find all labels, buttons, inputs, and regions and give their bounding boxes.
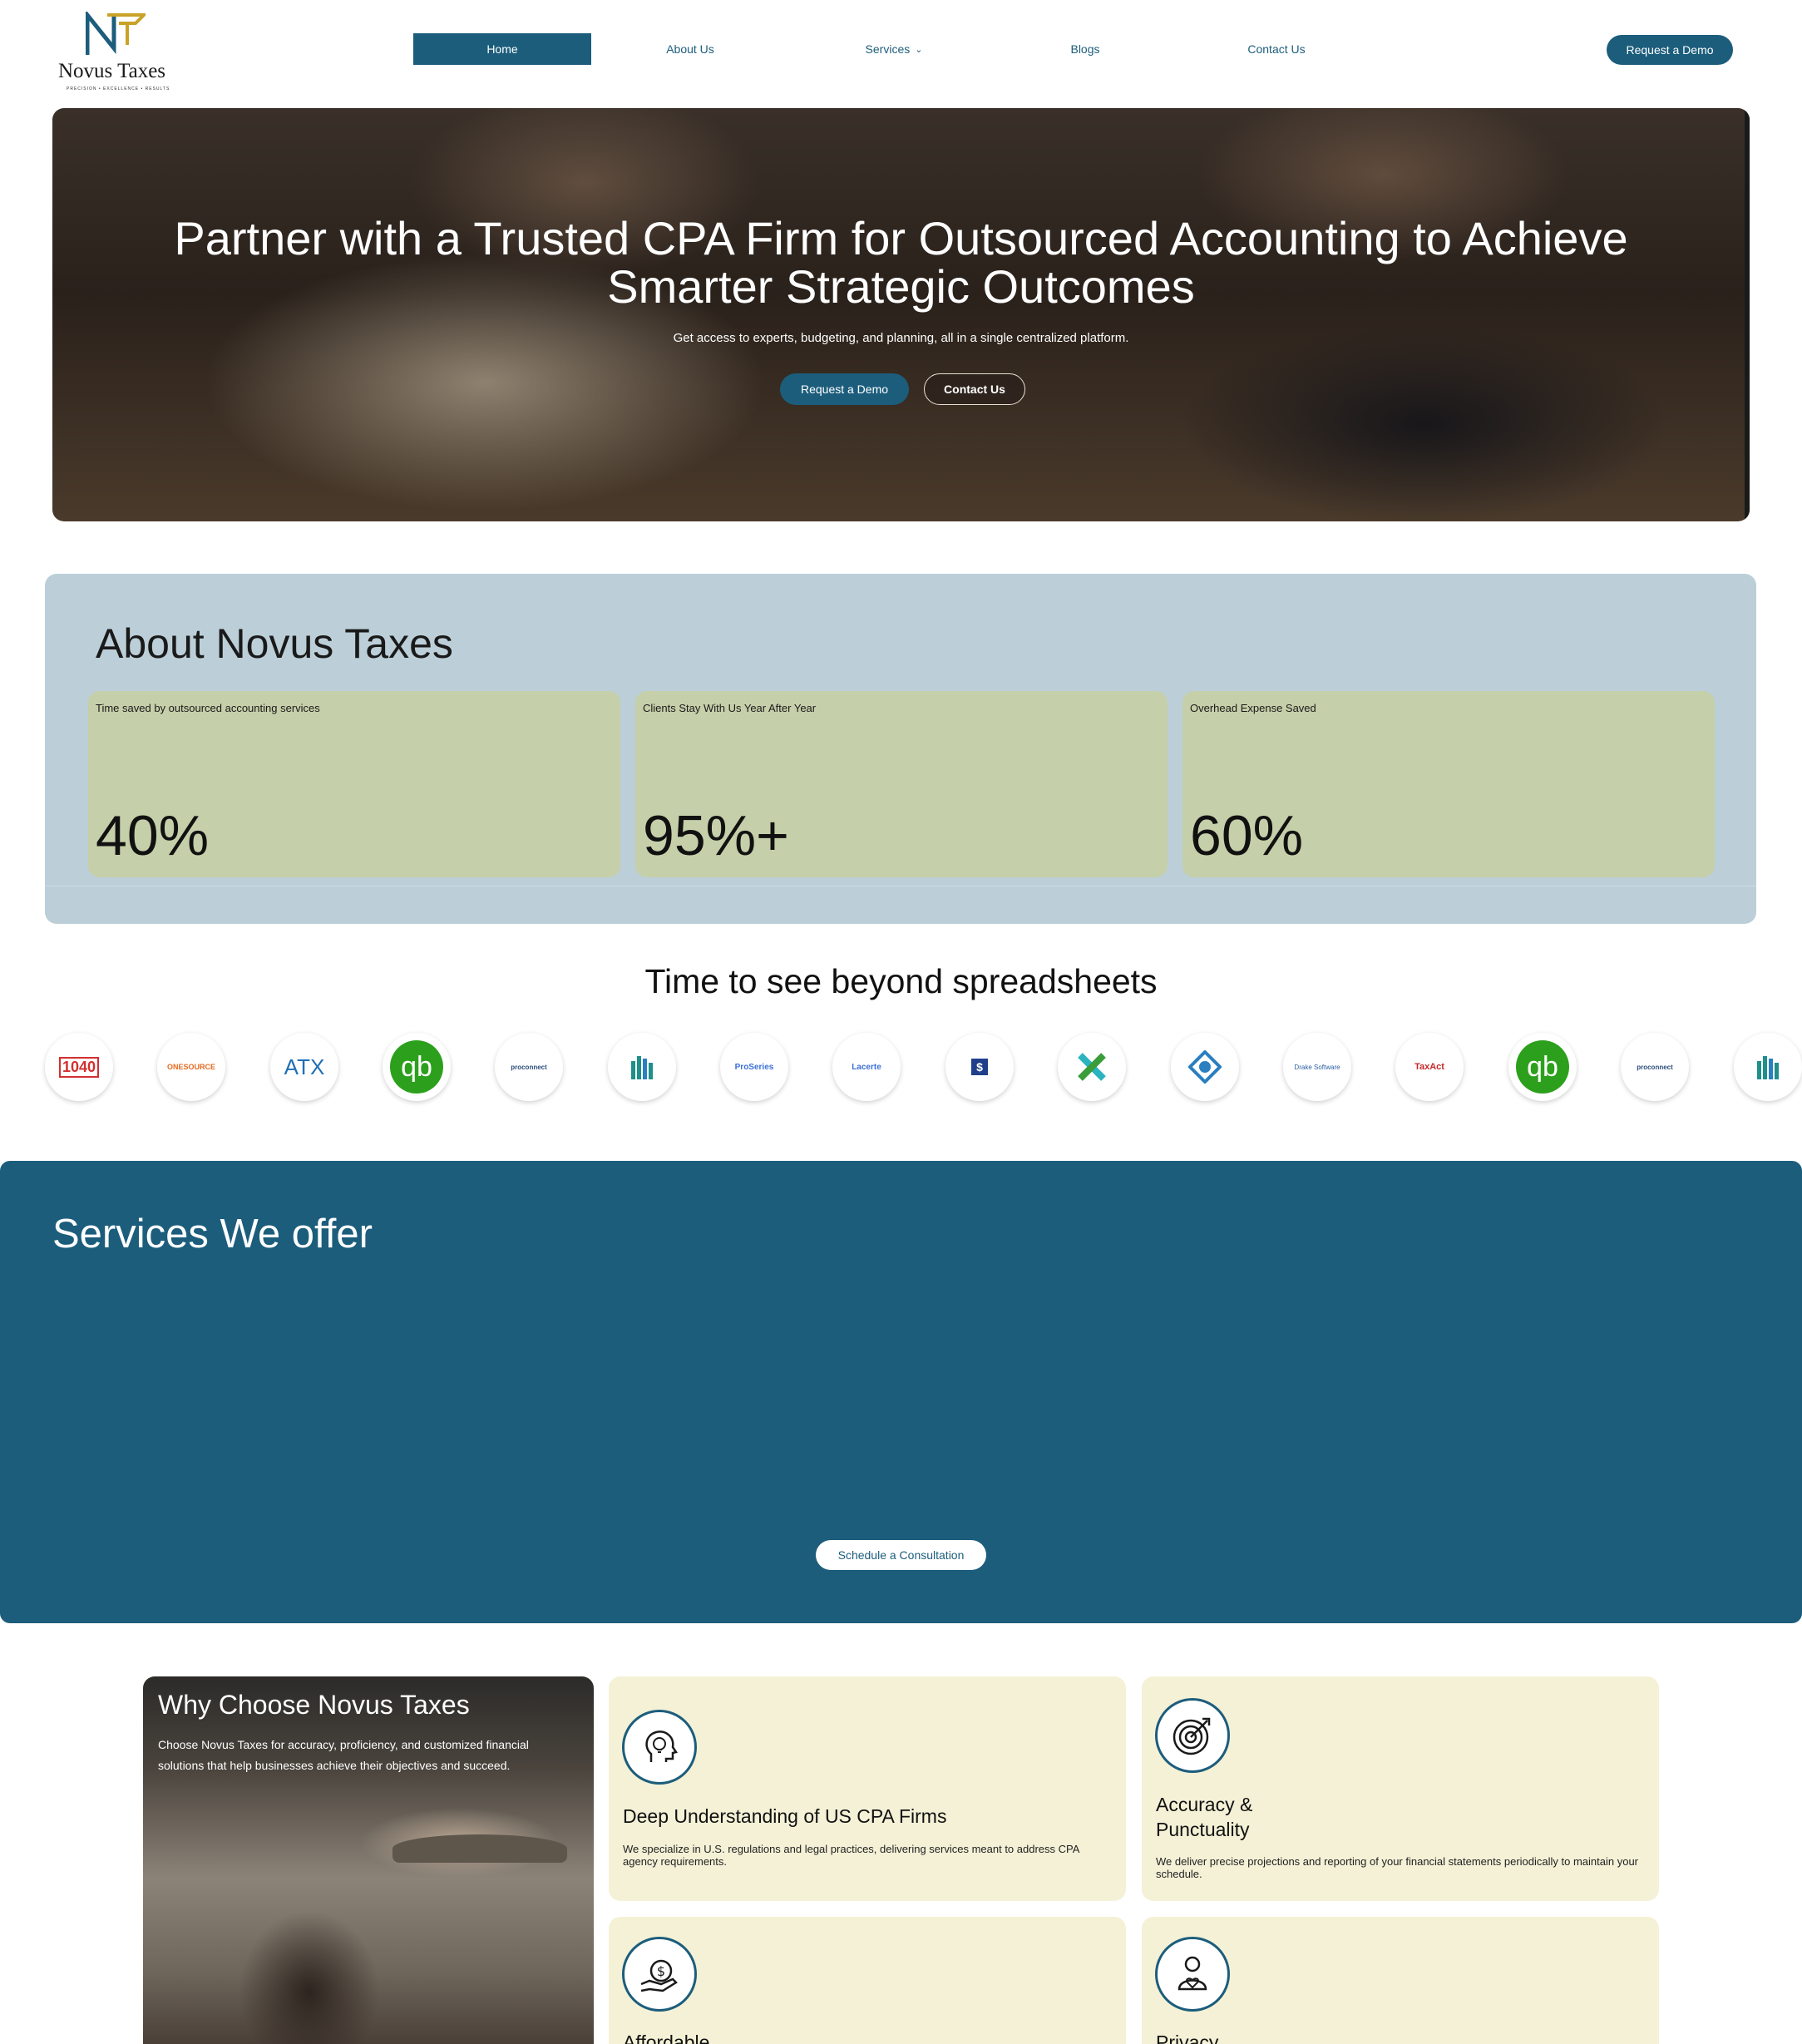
quickbooks-icon: qb — [1508, 1033, 1577, 1101]
site-header: Novus Taxes PRECISION • EXCELLENCE • RES… — [0, 0, 1802, 100]
target-icon — [1155, 1698, 1230, 1773]
quickbooks-icon: qb — [383, 1033, 451, 1101]
chevron-down-icon: ⌄ — [915, 44, 923, 55]
feature-text: We specialize in U.S. regulations and le… — [623, 1843, 1079, 1868]
hero-banner: Partner with a Trusted CPA Firm for Outs… — [52, 108, 1750, 521]
building-chart-icon — [1734, 1033, 1802, 1101]
stat-card: Overhead Expense Saved 60% — [1182, 691, 1715, 877]
stat-label: Clients Stay With Us Year After Year — [643, 702, 817, 714]
nav-contact-us-label: Contact Us — [1247, 42, 1306, 56]
request-demo-button[interactable]: Request a Demo — [1607, 35, 1733, 65]
services-title: Services We offer — [52, 1212, 373, 1257]
feature-title-line2: Punctuality — [1156, 1819, 1250, 1840]
building-chart-icon — [608, 1033, 676, 1101]
stat-label: Time saved by outsourced accounting serv… — [96, 702, 320, 714]
nav-blogs-label: Blogs — [1070, 42, 1100, 56]
compass-icon — [1171, 1033, 1239, 1101]
stat-value: 95%+ — [643, 804, 789, 867]
nav-about-us[interactable]: About Us — [632, 33, 748, 65]
brand-name: Novus Taxes — [58, 60, 166, 82]
why-choose-text: Choose Novus Taxes for accuracy, profici… — [158, 1738, 529, 1772]
software-strip-title: Time to see beyond spreadsheets — [644, 962, 1158, 1000]
feature-text: We deliver precise projections and repor… — [1156, 1855, 1638, 1880]
nav-services[interactable]: Services ⌄ — [832, 33, 956, 65]
feature-title: Accuracy & Punctuality — [1156, 1792, 1252, 1842]
hero-contact-us-button[interactable]: Contact Us — [924, 373, 1025, 405]
xero-cross-icon — [1058, 1033, 1126, 1101]
hero-subtitle: Get access to experts, budgeting, and pl… — [673, 331, 1129, 345]
lamp-image — [392, 1834, 567, 1863]
feature-card: Privacy — [1142, 1917, 1659, 2044]
nav-services-label: Services — [865, 42, 911, 56]
form-1040-icon: 1040 — [45, 1033, 113, 1101]
nav-home-label: Home — [486, 42, 518, 56]
nav-blogs[interactable]: Blogs — [1035, 33, 1135, 65]
proseries-icon: ProSeries — [720, 1033, 788, 1101]
hero-title-line1: Partner with a Trusted CPA Firm for Outs… — [174, 212, 1628, 264]
proconnect-icon: proconnect — [1621, 1033, 1689, 1101]
feature-title: Affordable — [623, 2032, 710, 2044]
stat-label: Overhead Expense Saved — [1190, 702, 1316, 714]
brand-logo[interactable]: Novus Taxes PRECISION • EXCELLENCE • RES… — [57, 12, 181, 91]
brain-bulb-icon — [622, 1710, 697, 1785]
stat-value: 40% — [96, 804, 210, 867]
nav-about-us-label: About Us — [666, 42, 714, 56]
feature-title: Deep Understanding of US CPA Firms — [623, 1805, 947, 1827]
nt-logo-icon — [86, 12, 146, 55]
feature-card: Accuracy & Punctuality We deliver precis… — [1142, 1676, 1659, 1901]
feature-card: $ Affordable — [609, 1917, 1126, 2044]
nav-contact-us[interactable]: Contact Us — [1222, 33, 1331, 65]
hero-edge — [1745, 108, 1750, 521]
stat-value: 60% — [1190, 804, 1304, 867]
services-section: Services We offer Schedule a Consultatio… — [0, 1161, 1802, 1623]
onesource-icon: ONESOURCE — [157, 1033, 225, 1101]
drake-software-icon: Drake Software — [1283, 1033, 1351, 1101]
why-choose-title: Why Choose Novus Taxes — [158, 1690, 470, 1720]
atx-icon: ATX — [270, 1033, 338, 1101]
nav-home[interactable]: Home — [413, 33, 591, 65]
lacerte-icon: Lacerte — [832, 1033, 901, 1101]
stat-card: Time saved by outsourced accounting serv… — [88, 691, 620, 877]
hero-title: Partner with a Trusted CPA Firm for Outs… — [52, 215, 1750, 311]
feature-title-line1: Accuracy & — [1156, 1794, 1253, 1815]
dollar-hand-icon: $ — [622, 1937, 697, 2012]
taxact-icon: TaxAct — [1395, 1033, 1464, 1101]
svg-text:$: $ — [657, 1963, 665, 1979]
privacy-heart-icon — [1155, 1937, 1230, 2012]
hero-request-demo-button[interactable]: Request a Demo — [780, 373, 909, 405]
about-section: About Novus Taxes Time saved by outsourc… — [45, 574, 1756, 924]
ultratax-icon: $ — [945, 1033, 1014, 1101]
stat-card: Clients Stay With Us Year After Year 95%… — [635, 691, 1168, 877]
proconnect-icon: proconnect — [495, 1033, 563, 1101]
hero-title-line2: Smarter Strategic Outcomes — [607, 260, 1195, 313]
feature-card: Deep Understanding of US CPA Firms We sp… — [609, 1676, 1126, 1901]
feature-title: Privacy — [1156, 2032, 1219, 2044]
schedule-consultation-button[interactable]: Schedule a Consultation — [816, 1540, 986, 1570]
why-choose-card: Why Choose Novus Taxes Choose Novus Taxe… — [143, 1676, 594, 2044]
about-title: About Novus Taxes — [96, 620, 453, 667]
brand-tagline: PRECISION • EXCELLENCE • RESULTS — [67, 86, 170, 91]
